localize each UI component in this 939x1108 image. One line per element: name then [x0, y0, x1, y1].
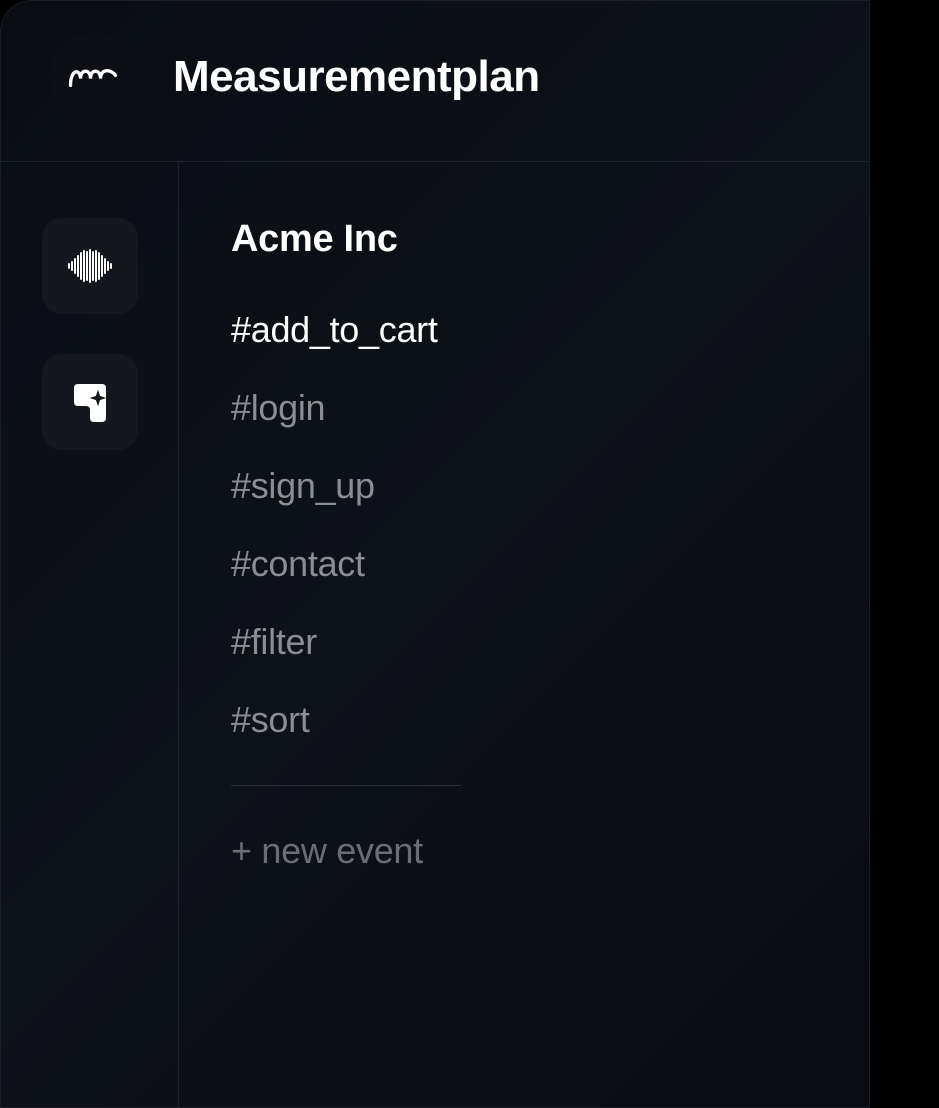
event-item-sign-up[interactable]: #sign_up — [231, 465, 817, 507]
event-item-contact[interactable]: #contact — [231, 543, 817, 585]
header: Measurementplan — [1, 1, 869, 162]
nav-rail — [1, 162, 179, 1107]
sparkle-shield-icon — [68, 380, 112, 424]
event-list: #add_to_cart #login #sign_up #contact #f… — [231, 309, 817, 872]
event-item-login[interactable]: #login — [231, 387, 817, 429]
body-area: Acme Inc #add_to_cart #login #sign_up #c… — [1, 162, 869, 1107]
list-divider — [231, 785, 461, 786]
sound-wave-icon — [66, 249, 114, 283]
content-panel: Acme Inc #add_to_cart #login #sign_up #c… — [179, 162, 869, 1107]
rail-button-sound[interactable] — [42, 218, 138, 314]
rail-button-sparkle[interactable] — [42, 354, 138, 450]
app-title: Measurementplan — [173, 52, 540, 102]
swirl-icon — [68, 62, 118, 92]
event-item-sort[interactable]: #sort — [231, 699, 817, 741]
new-event-button[interactable]: + new event — [231, 830, 817, 872]
event-item-add-to-cart[interactable]: #add_to_cart — [231, 309, 817, 351]
event-item-filter[interactable]: #filter — [231, 621, 817, 663]
app-frame: Measurementplan — [0, 0, 870, 1108]
app-logo[interactable] — [49, 33, 137, 121]
workspace-title: Acme Inc — [231, 218, 817, 261]
